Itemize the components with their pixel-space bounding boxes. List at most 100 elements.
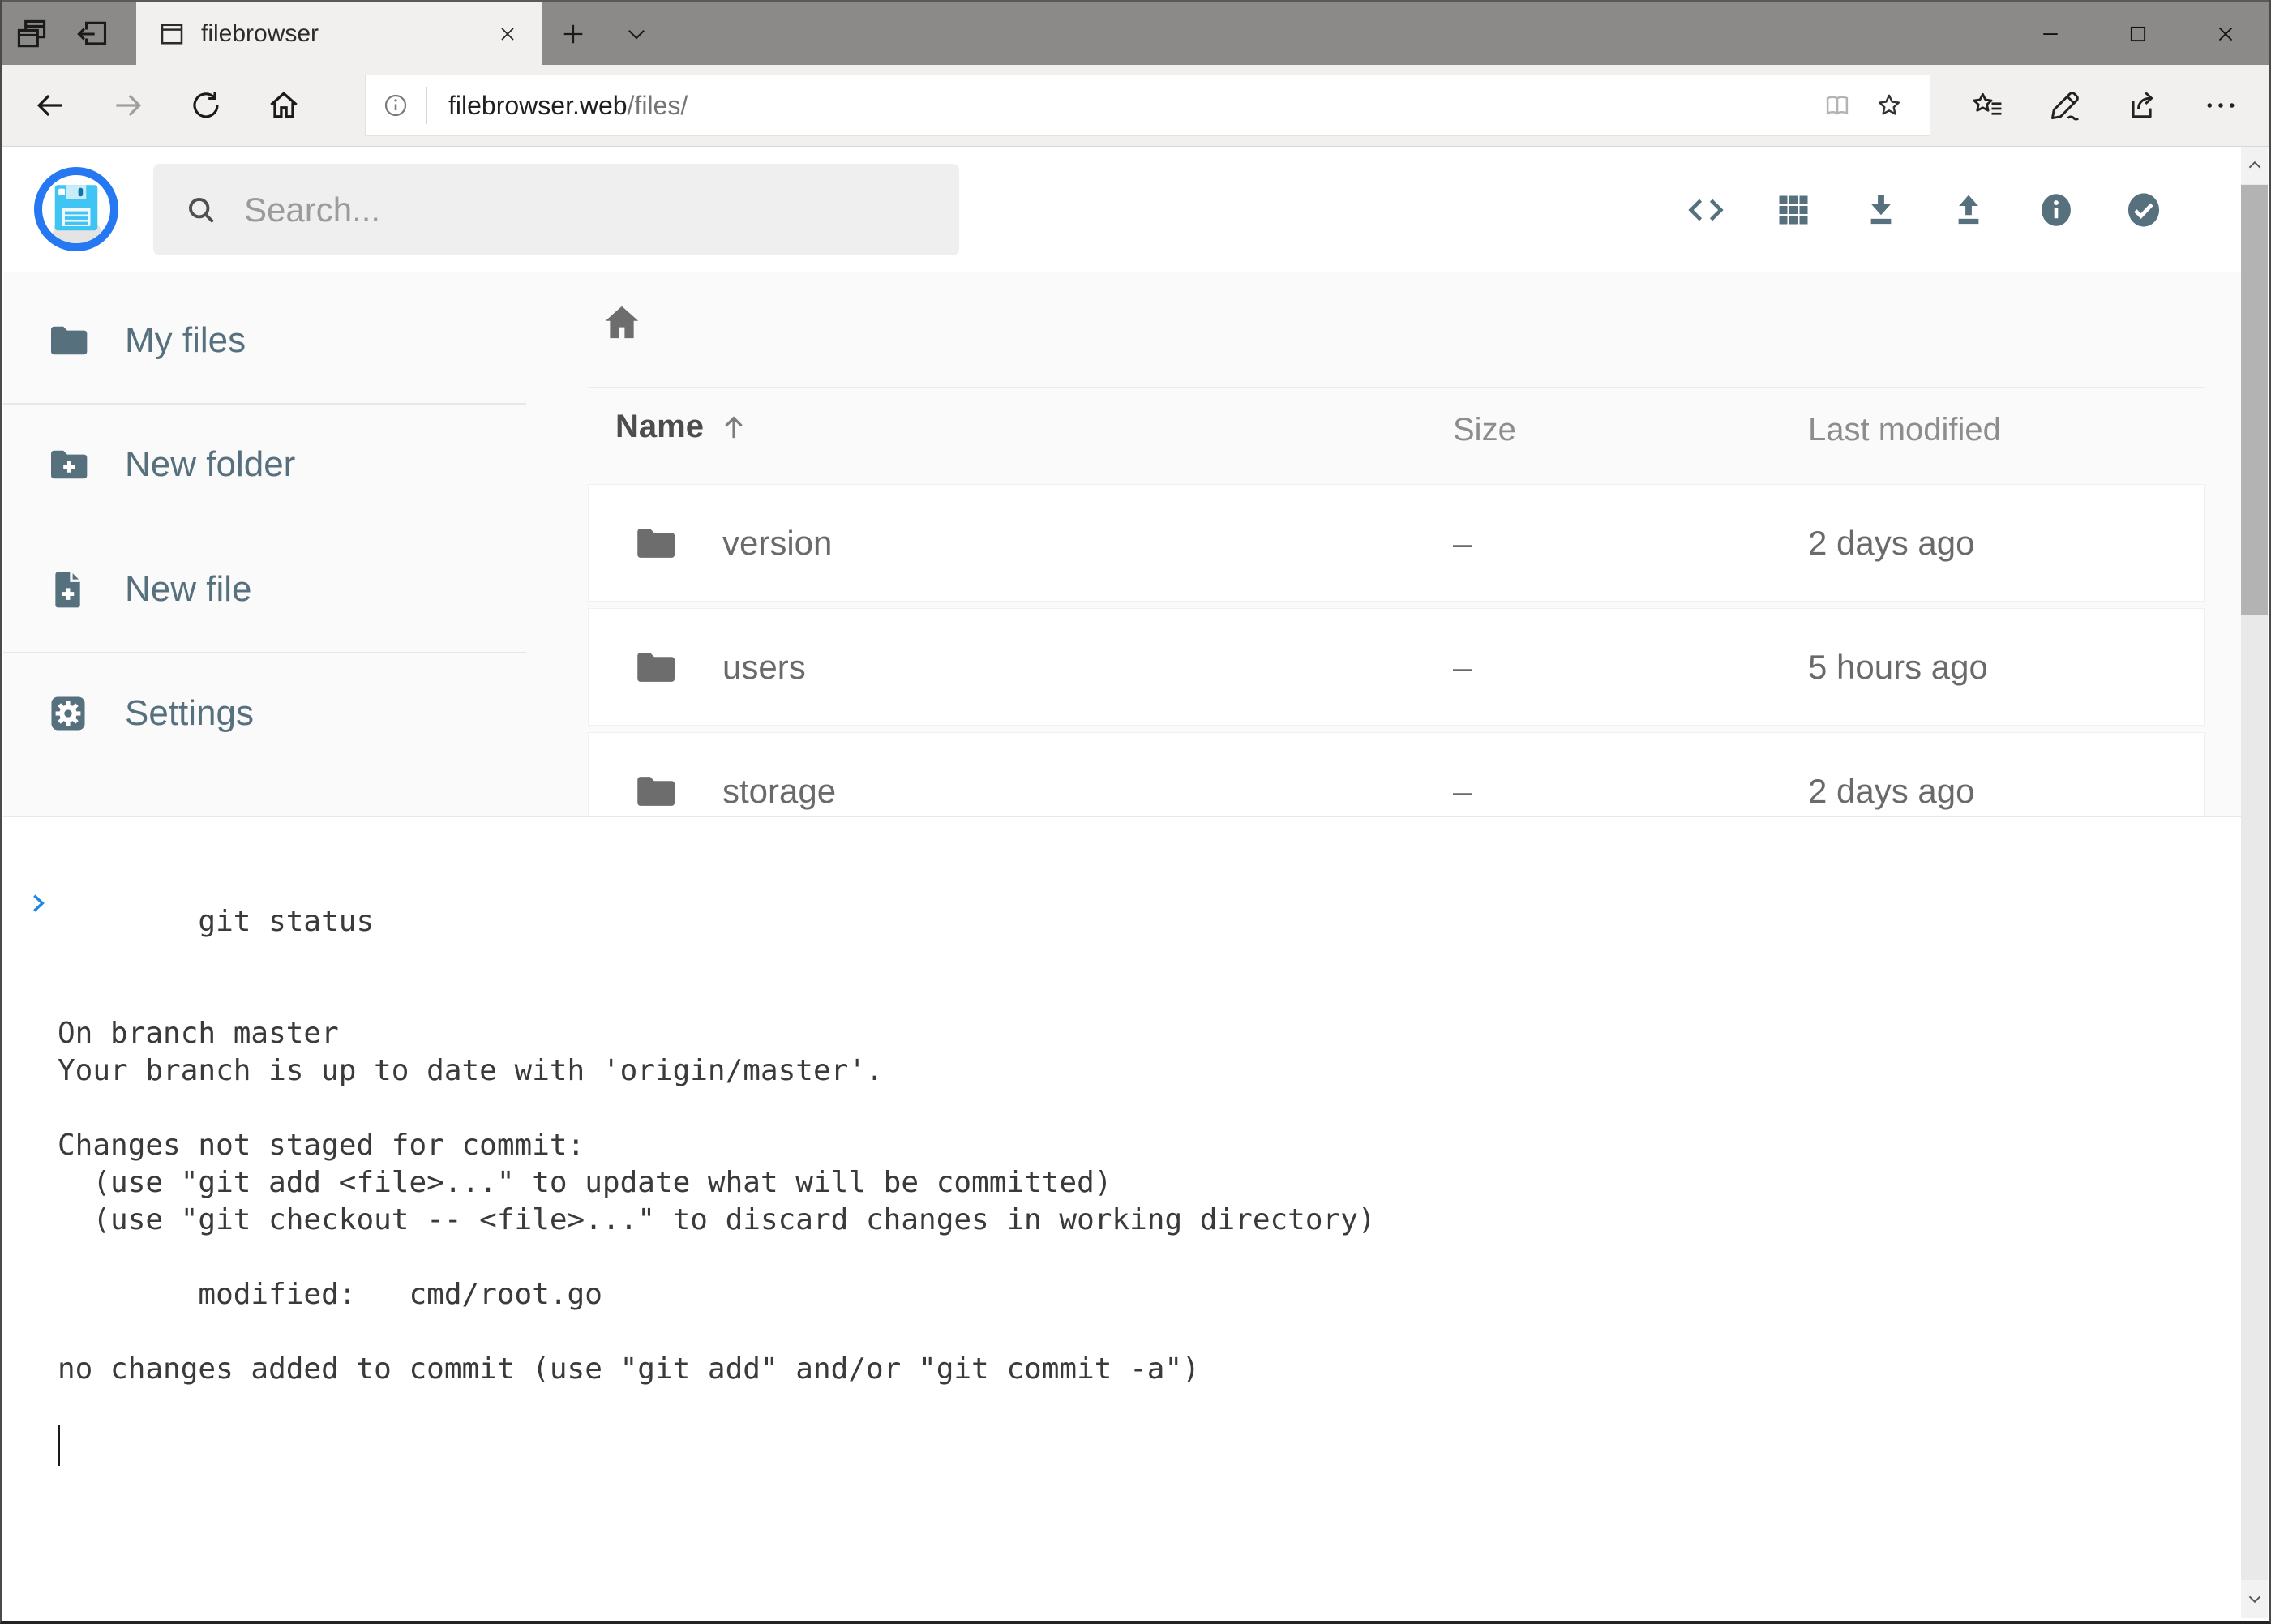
terminal-output-line: (use "git checkout -- <file>..." to disc…: [58, 1202, 2241, 1239]
page-favicon-icon: [157, 19, 186, 49]
url-field[interactable]: filebrowser.web/files/: [365, 75, 1930, 136]
forward-button[interactable]: [89, 71, 167, 140]
terminal-output-line: On branch master: [58, 1015, 2241, 1052]
terminal-blank-line: [58, 1388, 2241, 1425]
sidebar-item-new-file[interactable]: New file: [3, 545, 526, 634]
set-aside-icon: [74, 16, 109, 52]
sidebar-item-settings[interactable]: Settings: [3, 669, 526, 758]
tab-preview-icon: [14, 16, 49, 52]
terminal-output-line: (use "git add <file>..." to update what …: [58, 1164, 2241, 1202]
sidebar-item-my-files[interactable]: My files: [3, 296, 526, 385]
column-header-modified[interactable]: Last modified: [1808, 412, 2001, 448]
chevron-down-icon: [2244, 1588, 2265, 1609]
file-name: version: [722, 524, 832, 563]
home-button[interactable]: [245, 71, 323, 140]
url-divider: [426, 87, 427, 124]
sidebar-divider: [3, 403, 526, 405]
url-text: filebrowser.web/files/: [448, 91, 688, 121]
settings-more-button[interactable]: [2182, 71, 2260, 140]
sidebar-item-label: New file: [125, 569, 252, 610]
column-header-name[interactable]: Name: [615, 409, 751, 445]
breadcrumb-home-button[interactable]: [598, 298, 646, 347]
table-row-version[interactable]: version – 2 days ago: [588, 484, 2205, 602]
scrollbar-thumb[interactable]: [2241, 185, 2268, 615]
url-host: filebrowser.web: [448, 91, 628, 120]
tab-list-dropdown-button[interactable]: [605, 2, 668, 65]
terminal-command: git status: [198, 905, 374, 938]
site-info-icon[interactable]: [366, 91, 426, 120]
info-button[interactable]: [2035, 189, 2077, 231]
upload-button[interactable]: [1947, 189, 1990, 231]
sort-ascending-icon: [717, 410, 751, 444]
tab-close-button[interactable]: [490, 16, 525, 52]
select-check-button[interactable]: [2123, 189, 2165, 231]
terminal-output-line: Your branch is up to date with 'origin/m…: [58, 1052, 2241, 1090]
sidebar-item-label: Settings: [125, 693, 254, 734]
terminal-output-line: modified: cmd/root.go: [58, 1276, 2241, 1313]
share-button[interactable]: [2104, 71, 2182, 140]
sidebar-item-label: New folder: [125, 444, 295, 485]
terminal-output-line: no changes added to commit (use "git add…: [58, 1351, 2241, 1388]
set-tabs-aside-button[interactable]: [62, 2, 122, 65]
terminal-cursor: [58, 1425, 60, 1466]
file-name: storage: [722, 772, 836, 811]
file-modified: 5 hours ago: [1808, 648, 1988, 687]
list-header: Name Size Last modified: [588, 409, 2205, 451]
download-button[interactable]: [1860, 189, 1902, 231]
app-header: [3, 147, 2241, 272]
search-icon: [182, 191, 220, 229]
terminal-output-line: [58, 1090, 2241, 1127]
add-favorite-star-button[interactable]: [1863, 90, 1915, 121]
back-button[interactable]: [11, 71, 89, 140]
browser-tab[interactable]: filebrowser: [136, 2, 542, 65]
table-row-users[interactable]: users – 5 hours ago: [588, 608, 2205, 726]
terminal-panel[interactable]: git status On branch master Your branch …: [3, 816, 2241, 1618]
window-controls: [2007, 2, 2269, 65]
terminal-output-line: [58, 978, 2241, 1015]
plus-icon: [559, 19, 588, 49]
folder-icon: [632, 520, 679, 567]
terminal-output-line: [58, 1239, 2241, 1276]
page-scrollbar[interactable]: [2241, 147, 2268, 1618]
file-modified: 2 days ago: [1808, 772, 1975, 811]
column-header-size[interactable]: Size: [1453, 412, 1516, 448]
favorites-hub-button[interactable]: [1948, 71, 2026, 140]
minimize-button[interactable]: [2007, 2, 2094, 65]
new-tab-button[interactable]: [542, 2, 605, 65]
grid-view-button[interactable]: [1772, 189, 1815, 231]
chevron-down-icon: [623, 20, 650, 48]
scroll-up-button[interactable]: [2241, 147, 2268, 184]
search-input[interactable]: [244, 191, 959, 229]
file-plus-icon: [45, 567, 91, 612]
search-box[interactable]: [153, 164, 959, 255]
web-note-pen-button[interactable]: [2026, 71, 2104, 140]
sidebar-item-new-folder[interactable]: New folder: [3, 420, 526, 509]
sidebar-divider: [3, 652, 526, 653]
maximize-button[interactable]: [2094, 2, 2182, 65]
folder-plus-icon: [45, 442, 91, 487]
folder-icon: [45, 318, 91, 363]
scroll-down-button[interactable]: [2241, 1580, 2268, 1618]
filebrowser-logo[interactable]: [34, 167, 118, 251]
tabs-set-aside-list-button[interactable]: [2, 2, 62, 65]
file-size: –: [1453, 524, 1472, 563]
floppy-disk-icon: [42, 175, 110, 243]
tab-title: filebrowser: [201, 20, 475, 48]
close-window-button[interactable]: [2182, 2, 2269, 65]
folder-icon: [632, 768, 679, 815]
file-rows: version – 2 days ago users – 5 hours ago: [588, 484, 2205, 856]
reading-view-button[interactable]: [1811, 90, 1863, 121]
chevron-up-icon: [2244, 155, 2265, 176]
sidebar-item-label: My files: [125, 320, 246, 361]
url-path: /files/: [628, 91, 688, 120]
folder-icon: [632, 644, 679, 691]
address-bar: filebrowser.web/files/: [2, 65, 2269, 147]
code-view-button[interactable]: [1685, 189, 1727, 231]
gear-icon: [45, 691, 91, 736]
prompt-chevron-icon: [25, 816, 201, 991]
refresh-button[interactable]: [167, 71, 245, 140]
file-size: –: [1453, 772, 1472, 811]
file-size: –: [1453, 648, 1472, 687]
page-content: My files New folder New fi: [3, 147, 2268, 1618]
file-name: users: [722, 648, 806, 687]
